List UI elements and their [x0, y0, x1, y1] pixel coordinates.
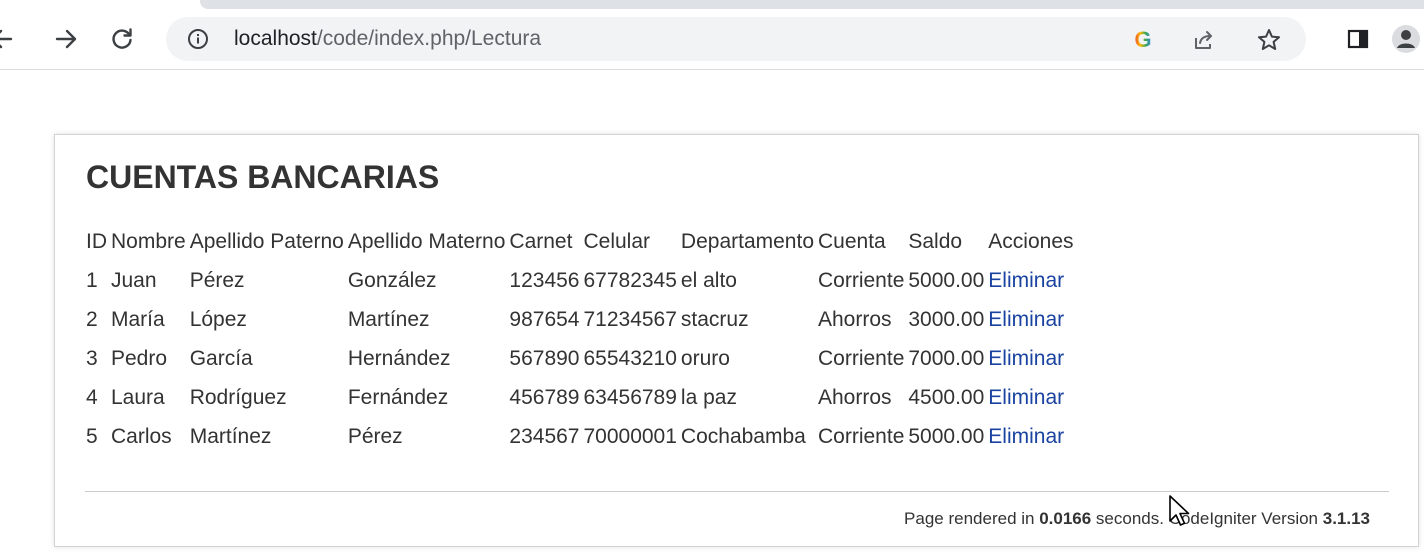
cell-nombre: Juan	[111, 268, 157, 292]
cell-departamento: stacruz	[680, 307, 749, 331]
cell-cuenta: Ahorros	[818, 307, 892, 331]
cell-cuenta: Corriente	[818, 346, 905, 370]
cell-cuenta: Corriente	[818, 268, 905, 292]
table-row: 2 María López Martínez 987654 71234567 s…	[86, 300, 1078, 339]
cell-id: 5	[86, 424, 98, 448]
url-path: /code/index.php/Lectura	[316, 27, 542, 50]
render-footer: Page rendered in 0.0166 seconds. CodeIgn…	[904, 509, 1370, 529]
browser-toolbar: localhost/code/index.php/Lectura G	[0, 9, 1424, 70]
cell-saldo: 3000.00	[908, 307, 985, 331]
cell-id: 2	[86, 307, 98, 331]
content-card: CUENTAS BANCARIAS ID Nombre Apellido Pat…	[54, 134, 1419, 547]
tab-strip	[200, 0, 1424, 9]
cell-saldo: 4500.00	[908, 385, 985, 409]
cell-saldo: 5000.00	[908, 424, 985, 448]
cell-celular: 65543210	[583, 346, 677, 370]
table-row: 1 Juan Pérez González 123456 67782345 el…	[86, 261, 1078, 300]
page-title: CUENTAS BANCARIAS	[86, 159, 440, 195]
column-header: Apellido Paterno	[189, 230, 344, 253]
footer-middle: seconds. CodeIgniter Version	[1091, 509, 1323, 528]
arrow-right-icon[interactable]	[50, 23, 82, 55]
render-time: 0.0166	[1039, 509, 1092, 528]
url-host: localhost	[234, 27, 317, 50]
cell-apellido-materno: Martínez	[347, 307, 430, 331]
column-header: Nombre	[111, 230, 186, 253]
column-header: Cuenta	[818, 230, 886, 253]
cell-carnet: 123456	[509, 268, 580, 292]
cell-apellido-paterno: García	[189, 346, 253, 370]
table-row: 3 Pedro García Hernández 567890 65543210…	[86, 339, 1078, 378]
cell-carnet: 987654	[509, 307, 580, 331]
eliminar-link[interactable]: Eliminar	[988, 269, 1064, 292]
eliminar-link[interactable]: Eliminar	[988, 386, 1064, 409]
info-icon[interactable]	[186, 27, 210, 51]
eliminar-link[interactable]: Eliminar	[988, 308, 1064, 331]
cell-celular: 63456789	[583, 385, 677, 409]
table-header-row: ID Nombre Apellido Paterno Apellido Mate…	[86, 223, 1078, 261]
cell-carnet: 234567	[509, 424, 580, 448]
cell-acciones: Eliminar	[988, 417, 1077, 456]
cell-apellido-paterno: Pérez	[189, 268, 245, 292]
cell-acciones: Eliminar	[988, 300, 1077, 339]
cell-departamento: la paz	[680, 385, 737, 409]
cell-apellido-materno: Fernández	[347, 385, 449, 409]
star-icon[interactable]	[1256, 27, 1282, 53]
cell-saldo: 7000.00	[908, 346, 985, 370]
cell-celular: 71234567	[583, 307, 677, 331]
url-text[interactable]: localhost/code/index.php/Lectura	[234, 28, 541, 50]
cell-nombre: Pedro	[111, 346, 168, 370]
cell-carnet: 456789	[509, 385, 580, 409]
arrow-left-icon[interactable]	[0, 23, 18, 55]
accounts-table: ID Nombre Apellido Paterno Apellido Mate…	[86, 223, 1078, 456]
profile-icon[interactable]	[1390, 23, 1422, 55]
cell-departamento: Cochabamba	[680, 424, 806, 448]
ci-version: 3.1.13	[1322, 509, 1370, 528]
cell-apellido-paterno: Rodríguez	[189, 385, 287, 409]
cell-id: 1	[86, 268, 98, 292]
footer-divider	[85, 491, 1389, 492]
google-icon[interactable]: G	[1130, 27, 1156, 53]
column-header: Acciones	[988, 230, 1074, 253]
cell-saldo: 5000.00	[908, 268, 985, 292]
cell-departamento: oruro	[680, 346, 730, 370]
cell-id: 3	[86, 346, 98, 370]
address-bar[interactable]: localhost/code/index.php/Lectura G	[166, 17, 1306, 61]
google-letter: G	[1134, 27, 1152, 52]
column-header: Departamento	[680, 230, 814, 253]
table-row: 5 Carlos Martínez Pérez 234567 70000001 …	[86, 417, 1078, 456]
cell-celular: 70000001	[583, 424, 677, 448]
cell-apellido-materno: Pérez	[347, 424, 403, 448]
cell-apellido-materno: González	[347, 268, 437, 292]
cell-apellido-paterno: López	[189, 307, 247, 331]
cell-acciones: Eliminar	[988, 378, 1077, 417]
cell-apellido-materno: Hernández	[347, 346, 451, 370]
cell-nombre: Carlos	[111, 424, 172, 448]
cell-carnet: 567890	[509, 346, 580, 370]
cell-apellido-paterno: Martínez	[189, 424, 272, 448]
cell-nombre: María	[111, 307, 165, 331]
cell-id: 4	[86, 385, 98, 409]
column-header: Celular	[583, 230, 651, 253]
column-header: Carnet	[509, 230, 573, 253]
cell-acciones: Eliminar	[988, 261, 1077, 300]
share-icon[interactable]	[1191, 27, 1217, 53]
cell-cuenta: Corriente	[818, 424, 905, 448]
eliminar-link[interactable]: Eliminar	[988, 425, 1064, 448]
cell-departamento: el alto	[680, 268, 737, 292]
footer-prefix: Page rendered in	[904, 509, 1040, 528]
side-panel-icon[interactable]	[1342, 23, 1374, 55]
cell-nombre: Laura	[111, 385, 165, 409]
cell-celular: 67782345	[583, 268, 677, 292]
column-header: ID	[86, 230, 107, 253]
cell-cuenta: Ahorros	[818, 385, 892, 409]
table-row: 4 Laura Rodríguez Fernández 456789 63456…	[86, 378, 1078, 417]
mouse-cursor-icon	[1168, 494, 1194, 533]
reload-icon[interactable]	[106, 23, 138, 55]
column-header: Saldo	[908, 230, 963, 253]
eliminar-link[interactable]: Eliminar	[988, 347, 1064, 370]
column-header: Apellido Materno	[347, 230, 506, 253]
cell-acciones: Eliminar	[988, 339, 1077, 378]
